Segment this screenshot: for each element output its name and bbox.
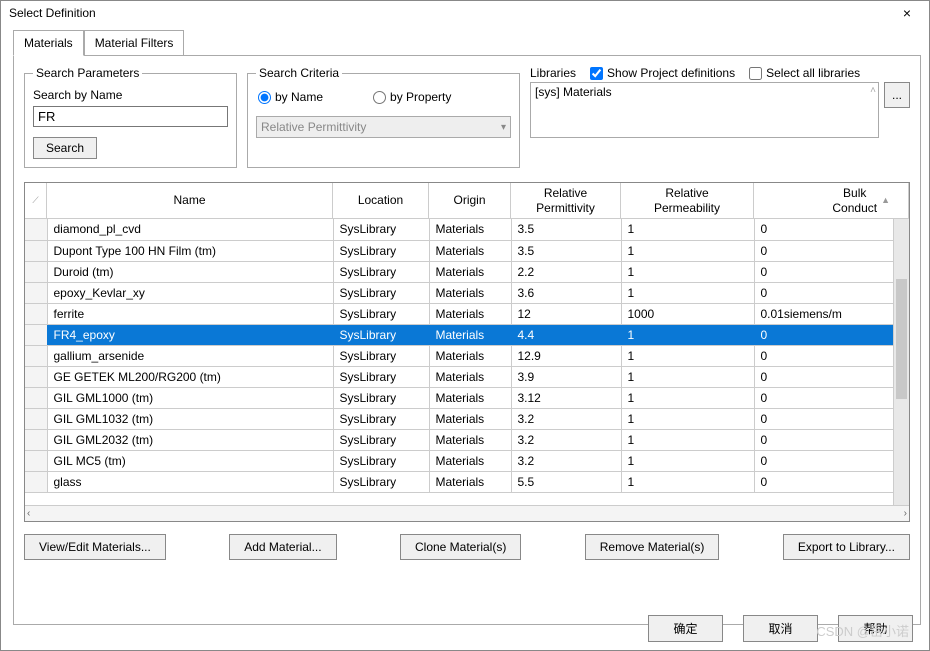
table-row[interactable]: diamond_pl_cvdSysLibraryMaterials3.510 xyxy=(25,219,909,240)
table-row[interactable]: FR4_epoxySysLibraryMaterials4.410 xyxy=(25,324,909,345)
vertical-scrollbar[interactable] xyxy=(893,219,909,505)
table-row[interactable]: glassSysLibraryMaterials5.510 xyxy=(25,471,909,492)
export-library-button[interactable]: Export to Library... xyxy=(783,534,910,560)
tab-material-filters[interactable]: Material Filters xyxy=(84,30,185,56)
search-input[interactable] xyxy=(33,106,228,127)
table-row[interactable]: GE GETEK ML200/RG200 (tm)SysLibraryMater… xyxy=(25,366,909,387)
titlebar: Select Definition × xyxy=(1,1,929,25)
scroll-left-icon[interactable]: ‹ xyxy=(27,508,30,519)
search-parameters-group: Search Parameters Search by Name Search xyxy=(24,66,237,168)
table-row[interactable]: Dupont Type 100 HN Film (tm)SysLibraryMa… xyxy=(25,240,909,261)
libraries-area: Libraries Show Project definitions Selec… xyxy=(530,66,910,168)
tabs: Materials Material Filters xyxy=(13,29,921,55)
table-row[interactable]: GIL GML2032 (tm)SysLibraryMaterials3.210 xyxy=(25,429,909,450)
search-params-legend: Search Parameters xyxy=(33,66,142,80)
search-criteria-legend: Search Criteria xyxy=(256,66,342,80)
dialog-window: Select Definition × Materials Material F… xyxy=(0,0,930,651)
table-row[interactable]: GIL GML1000 (tm)SysLibraryMaterials3.121… xyxy=(25,387,909,408)
table-row[interactable]: Duroid (tm)SysLibraryMaterials2.210 xyxy=(25,261,909,282)
scroll-right-icon[interactable]: › xyxy=(904,508,907,519)
library-item[interactable]: [sys] Materials xyxy=(535,85,612,99)
close-icon[interactable]: × xyxy=(893,3,921,23)
horizontal-scrollbar[interactable]: ‹› xyxy=(25,505,909,521)
col-bulk[interactable]: Bulk Conduct ▲ xyxy=(754,183,909,219)
table-row[interactable]: epoxy_Kevlar_xySysLibraryMaterials3.610 xyxy=(25,282,909,303)
checkbox-select-all-input[interactable] xyxy=(749,67,762,80)
table-row[interactable]: GIL MC5 (tm)SysLibraryMaterials3.210 xyxy=(25,450,909,471)
col-name[interactable]: Name xyxy=(47,183,333,219)
checkbox-show-project[interactable]: Show Project definitions xyxy=(590,66,735,80)
search-button[interactable]: Search xyxy=(33,137,97,159)
libraries-browse-button[interactable]: ... xyxy=(884,82,910,108)
clone-material-button[interactable]: Clone Material(s) xyxy=(400,534,521,560)
chevron-up-icon: ˄ xyxy=(870,85,876,96)
grid-body[interactable]: diamond_pl_cvdSysLibraryMaterials3.510Du… xyxy=(25,219,909,505)
tab-materials[interactable]: Materials xyxy=(13,30,84,56)
table-row[interactable]: GIL GML1032 (tm)SysLibraryMaterials3.210 xyxy=(25,408,909,429)
col-location[interactable]: Location xyxy=(333,183,429,219)
table-row[interactable]: ferriteSysLibraryMaterials1210000.01siem… xyxy=(25,303,909,324)
cancel-button[interactable]: 取消 xyxy=(743,615,818,642)
ok-button[interactable]: 确定 xyxy=(648,615,723,642)
tab-panel-materials: Search Parameters Search by Name Search … xyxy=(13,55,921,625)
radio-by-property-input[interactable] xyxy=(373,91,386,104)
radio-by-property[interactable]: by Property xyxy=(373,90,451,104)
dialog-footer: 确定 取消 帮助 xyxy=(648,615,913,642)
checkbox-show-project-input[interactable] xyxy=(590,67,603,80)
add-material-button[interactable]: Add Material... xyxy=(229,534,336,560)
view-edit-button[interactable]: View/Edit Materials... xyxy=(24,534,166,560)
libraries-listbox[interactable]: [sys] Materials ˄ xyxy=(530,82,879,138)
radio-by-name-input[interactable] xyxy=(258,91,271,104)
remove-material-button[interactable]: Remove Material(s) xyxy=(585,534,720,560)
scroll-thumb[interactable] xyxy=(896,279,907,399)
search-criteria-group: Search Criteria by Name by Property Rela… xyxy=(247,66,520,168)
search-by-name-label: Search by Name xyxy=(33,88,228,102)
libraries-label: Libraries xyxy=(530,66,576,80)
materials-grid: ⟋ Name Location Origin Relative Permitti… xyxy=(24,182,910,522)
col-permeability[interactable]: Relative Permeability xyxy=(621,183,754,219)
checkbox-select-all[interactable]: Select all libraries xyxy=(749,66,860,80)
sort-up-icon: ▲ xyxy=(881,195,890,206)
help-button[interactable]: 帮助 xyxy=(838,615,913,642)
property-dropdown: Relative Permittivity ▾ xyxy=(256,116,511,138)
col-origin[interactable]: Origin xyxy=(429,183,511,219)
table-row[interactable]: gallium_arsenideSysLibraryMaterials12.91… xyxy=(25,345,909,366)
chevron-down-icon: ▾ xyxy=(501,122,506,133)
col-permittivity[interactable]: Relative Permittivity xyxy=(511,183,621,219)
grid-header: ⟋ Name Location Origin Relative Permitti… xyxy=(25,183,909,219)
window-title: Select Definition xyxy=(9,6,96,20)
radio-by-name[interactable]: by Name xyxy=(258,90,323,104)
col-sort-icon[interactable]: ⟋ xyxy=(25,183,47,219)
action-buttons-row: View/Edit Materials... Add Material... C… xyxy=(24,534,910,560)
